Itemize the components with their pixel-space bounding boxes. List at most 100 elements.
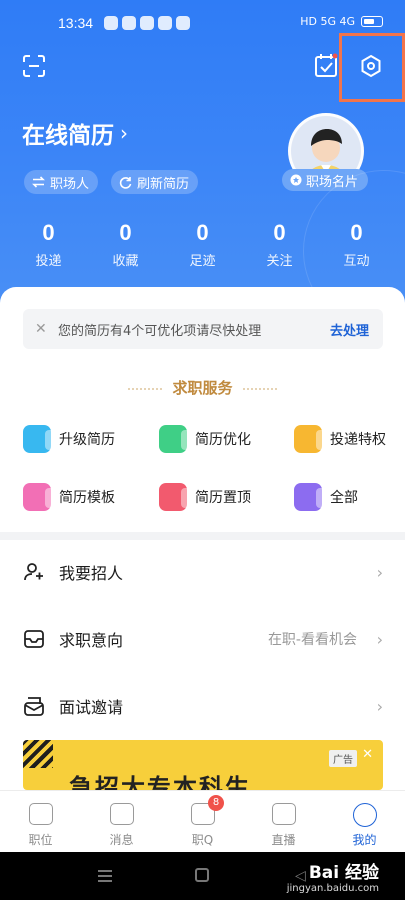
card-badge-icon: [290, 174, 302, 185]
ad-stripe-decoration: [23, 740, 53, 768]
service-upgrade-resume[interactable]: 升级简历: [23, 425, 115, 453]
service-resume-optimize[interactable]: 简历优化: [159, 425, 251, 453]
service-delivery-privilege[interactable]: 投递特权: [294, 425, 386, 453]
tab-label: 职位: [28, 833, 53, 847]
menu-icon[interactable]: [98, 870, 112, 882]
delivery-privilege-icon: [294, 425, 326, 453]
tab-mine[interactable]: 我的: [324, 791, 405, 852]
stat-deliveries[interactable]: 0 投递: [10, 220, 87, 269]
menu-list: 我要招人 › 求职意向 在职-看看机会 › 面试邀请 › 广告 ✕ 急招大专本科…: [0, 540, 405, 790]
message-icon: [110, 803, 134, 825]
chevron-right-icon: ›: [120, 121, 128, 145]
notice-message: 您的简历有4个可优化项请尽快处理: [58, 323, 262, 339]
title-divider-left: [128, 387, 163, 390]
list-item-recruit[interactable]: 我要招人 ›: [0, 544, 405, 600]
profile-icon: [353, 803, 377, 827]
system-navigation-bar: ◁ Bai 经验 jingyan.baidu.com: [0, 852, 405, 900]
list-item-label: 面试邀请: [59, 698, 124, 717]
service-resume-template[interactable]: 简历模板: [23, 483, 115, 511]
optimization-notice: ✕ 您的简历有4个可优化项请尽快处理 去处理: [23, 309, 383, 349]
list-item-interview-invite[interactable]: 面试邀请 ›: [0, 678, 405, 734]
stat-value: 0: [42, 220, 55, 245]
tab-live[interactable]: 直播: [243, 791, 324, 852]
ad-banner[interactable]: 广告 ✕ 急招大专本科生: [23, 740, 383, 790]
service-label: 简历置顶: [195, 490, 251, 506]
interview-invite-icon: [24, 697, 44, 716]
close-icon[interactable]: ✕: [362, 747, 373, 762]
watermark-brand: Bai 经验: [308, 863, 379, 883]
refresh-icon: [119, 176, 132, 189]
resume-template-icon: [23, 483, 55, 511]
home-icon[interactable]: [195, 868, 209, 882]
notification-badge: 8: [208, 795, 224, 811]
stat-label: 足迹: [189, 254, 216, 269]
list-item-value: 在职-看看机会: [267, 632, 357, 648]
service-resume-pin[interactable]: 简历置顶: [159, 483, 251, 511]
signal-text: HD 5G 4G: [300, 15, 355, 28]
scan-icon[interactable]: [22, 54, 46, 78]
business-card-button[interactable]: 职场名片: [282, 169, 369, 191]
ad-headline: 急招大专本科生: [69, 774, 251, 790]
status-time: 13:34: [58, 15, 94, 31]
online-resume-link[interactable]: 在线简历 ›: [22, 116, 128, 150]
battery-icon: [361, 16, 383, 27]
stat-value: 0: [273, 220, 286, 245]
status-indicators: HD 5G 4G: [300, 15, 383, 28]
ad-tag: 广告: [329, 750, 357, 767]
stat-interactions[interactable]: 0 互动: [318, 220, 395, 269]
handle-now-link[interactable]: 去处理: [330, 320, 369, 339]
tab-label: 我的: [352, 833, 377, 847]
service-label: 升级简历: [59, 432, 115, 448]
job-intention-icon: [24, 630, 44, 648]
profile-header: 13:34 HD 5G 4G 在线简历 › 职场人 刷新简历 职场名片 0 投递…: [0, 0, 405, 320]
list-item-job-intention[interactable]: 求职意向 在职-看看机会 ›: [0, 611, 405, 667]
close-icon[interactable]: ✕: [35, 321, 49, 337]
service-all[interactable]: 全部: [294, 483, 358, 511]
stat-label: 收藏: [112, 254, 139, 269]
tab-label: 职Q: [191, 833, 214, 847]
service-label: 投递特权: [330, 432, 386, 448]
stat-value: 0: [350, 220, 363, 245]
list-item-label: 求职意向: [59, 631, 124, 650]
watermark-url: jingyan.baidu.com: [286, 883, 379, 894]
stat-favorites[interactable]: 0 收藏: [87, 220, 164, 269]
chevron-right-icon: ›: [376, 629, 383, 649]
stat-label: 互动: [343, 254, 370, 269]
recruit-icon: [24, 563, 43, 581]
stat-label: 投递: [35, 254, 62, 269]
resume-pin-icon: [159, 483, 191, 511]
tab-jobs[interactable]: 职位: [0, 791, 81, 852]
services-panel: ✕ 您的简历有4个可优化项请尽快处理 去处理 求职服务 升级简历 简历优化 投递…: [0, 287, 405, 532]
stat-label: 关注: [266, 254, 293, 269]
settings-icon[interactable]: [359, 54, 383, 78]
status-bar: 13:34 HD 5G 4G: [0, 10, 405, 34]
watermark: Bai 经验 jingyan.baidu.com: [287, 858, 379, 894]
all-services-icon: [294, 483, 326, 511]
refresh-label: 刷新简历: [137, 176, 190, 192]
switch-icon: [32, 176, 45, 188]
title-divider-right: [242, 387, 277, 390]
service-label: 简历优化: [195, 432, 251, 448]
stat-value: 0: [119, 220, 132, 245]
stat-value: 0: [196, 220, 209, 245]
upgrade-resume-icon: [23, 425, 55, 453]
tab-job-q[interactable]: 8 职Q: [162, 791, 243, 852]
role-switch-button[interactable]: 职场人: [24, 170, 99, 194]
services-title-text: 求职服务: [172, 379, 233, 397]
tab-label: 消息: [109, 833, 134, 847]
role-label: 职场人: [50, 176, 90, 192]
services-title: 求职服务: [0, 377, 405, 398]
stat-footprints[interactable]: 0 足迹: [164, 220, 241, 269]
resume-title-text: 在线简历: [22, 123, 114, 149]
chevron-right-icon: ›: [376, 562, 383, 582]
checkin-icon[interactable]: [314, 52, 338, 78]
service-label: 简历模板: [59, 490, 115, 506]
stat-following[interactable]: 0 关注: [241, 220, 318, 269]
section-divider: [0, 532, 405, 540]
resume-optimize-icon: [159, 425, 191, 453]
tab-label: 直播: [271, 833, 296, 847]
notification-app-icons: [104, 16, 190, 30]
tab-messages[interactable]: 消息: [81, 791, 162, 852]
card-label: 职场名片: [306, 174, 359, 190]
refresh-resume-button[interactable]: 刷新简历: [111, 170, 199, 194]
